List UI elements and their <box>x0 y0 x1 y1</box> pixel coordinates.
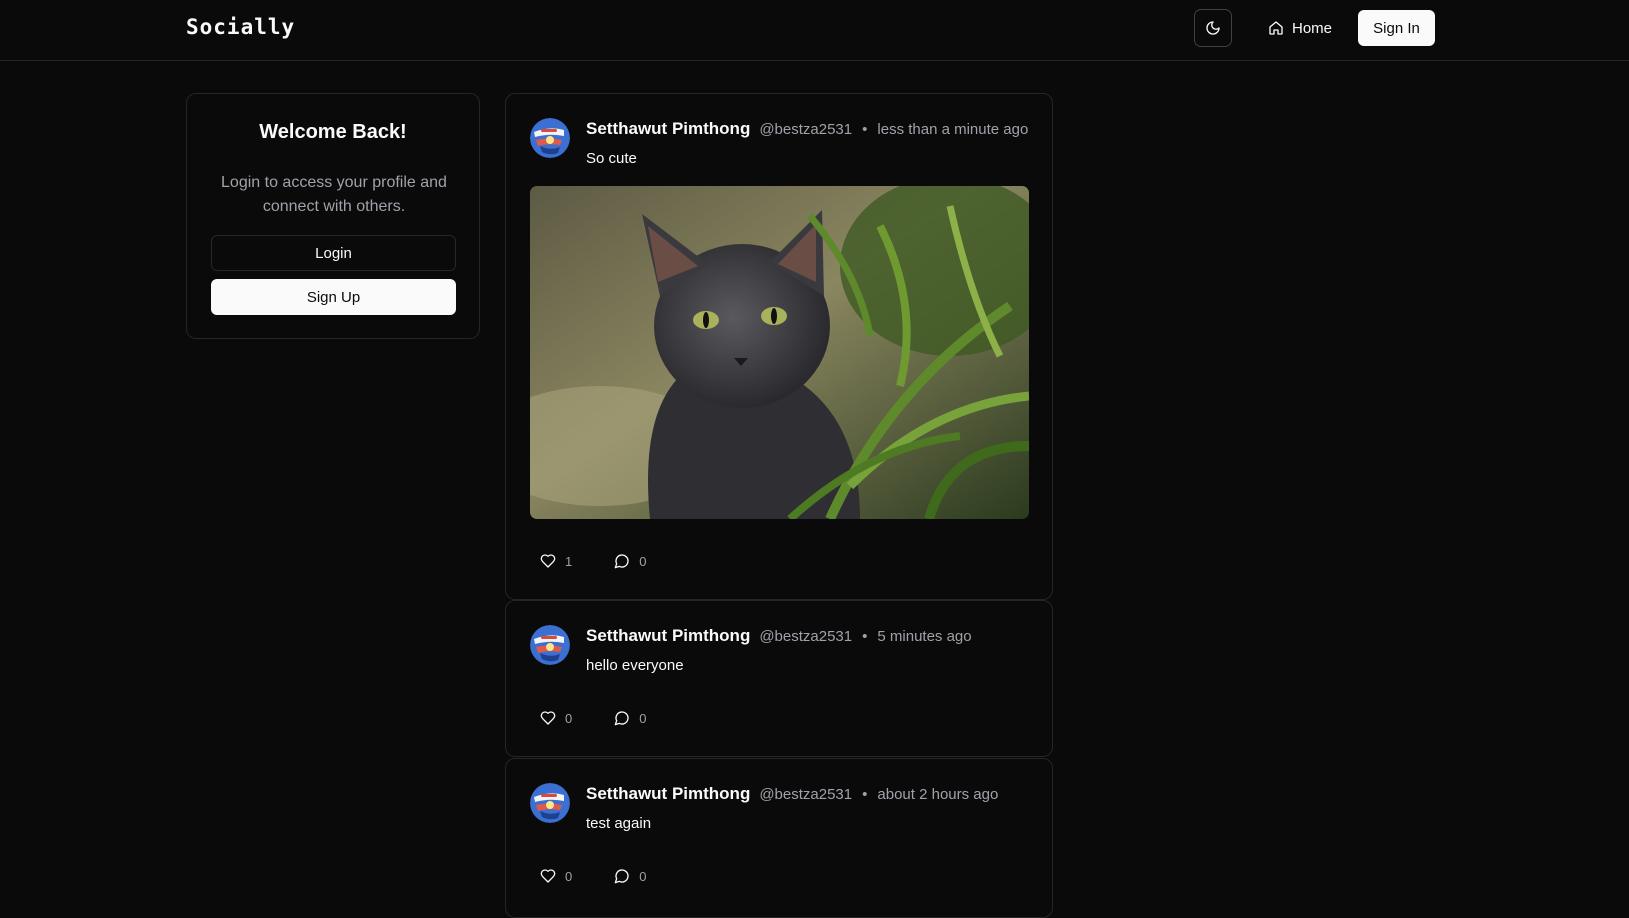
post-header: Setthawut Pimthong @bestza2531 • about 2… <box>586 784 998 804</box>
comment-icon <box>614 869 629 884</box>
comment-button[interactable]: 0 <box>604 702 656 734</box>
heart-icon <box>540 554 556 568</box>
post-timestamp: about 2 hours ago <box>877 785 999 803</box>
app-logo[interactable]: Socially <box>186 15 295 39</box>
theme-toggle-button[interactable] <box>1194 9 1232 47</box>
avatar[interactable] <box>530 625 570 665</box>
post-timestamp: less than a minute ago <box>877 120 1029 138</box>
post-text: test again <box>586 815 652 832</box>
like-count: 1 <box>565 553 573 569</box>
comment-icon <box>614 711 629 726</box>
avatar[interactable] <box>530 783 570 823</box>
post-card: Setthawut Pimthong @bestza2531 • 5 minut… <box>505 600 1053 757</box>
welcome-card: Welcome Back! Login to access your profi… <box>186 93 480 339</box>
meta-separator: • <box>862 627 868 645</box>
post-actions: 1 0 <box>530 545 656 577</box>
like-count: 0 <box>565 868 573 884</box>
post-card: Setthawut Pimthong @bestza2531 • about 2… <box>505 758 1053 918</box>
post-text: So cute <box>586 150 637 167</box>
post-actions: 0 0 <box>530 860 656 892</box>
like-button[interactable]: 0 <box>530 702 582 734</box>
comment-button[interactable]: 0 <box>604 860 656 892</box>
login-button[interactable]: Login <box>211 235 456 271</box>
author-handle[interactable]: @bestza2531 <box>759 628 852 645</box>
author-name[interactable]: Setthawut Pimthong <box>586 626 750 646</box>
comment-count: 0 <box>639 553 647 569</box>
sign-up-button[interactable]: Sign Up <box>211 279 456 315</box>
heart-icon <box>540 711 556 725</box>
home-nav-button[interactable]: Home <box>1260 10 1340 46</box>
post-actions: 0 0 <box>530 702 656 734</box>
like-button[interactable]: 0 <box>530 860 582 892</box>
comment-count: 0 <box>639 868 647 884</box>
comment-icon <box>614 554 629 569</box>
meta-separator: • <box>862 785 868 803</box>
welcome-title: Welcome Back! <box>259 121 407 143</box>
post-timestamp: 5 minutes ago <box>877 627 972 645</box>
avatar[interactable] <box>530 118 570 158</box>
post-text: hello everyone <box>586 657 684 674</box>
moon-icon <box>1206 21 1220 35</box>
comment-button[interactable]: 0 <box>604 545 656 577</box>
top-navbar: Socially Home Sign In <box>0 0 1629 61</box>
welcome-subtitle: Login to access your profile and connect… <box>221 174 447 215</box>
sign-in-button[interactable]: Sign In <box>1358 10 1435 46</box>
author-handle[interactable]: @bestza2531 <box>759 786 852 803</box>
home-label: Home <box>1292 19 1333 37</box>
author-handle[interactable]: @bestza2531 <box>759 121 852 138</box>
comment-count: 0 <box>639 710 647 726</box>
post-image <box>530 186 1029 519</box>
heart-icon <box>540 869 556 883</box>
post-header: Setthawut Pimthong @bestza2531 • less th… <box>586 119 1028 139</box>
like-count: 0 <box>565 710 573 726</box>
post-header: Setthawut Pimthong @bestza2531 • 5 minut… <box>586 626 972 646</box>
author-name[interactable]: Setthawut Pimthong <box>586 119 750 139</box>
meta-separator: • <box>862 120 868 138</box>
author-name[interactable]: Setthawut Pimthong <box>586 784 750 804</box>
like-button[interactable]: 1 <box>530 545 582 577</box>
post-card: Setthawut Pimthong @bestza2531 • less th… <box>505 93 1053 600</box>
home-icon <box>1269 21 1283 35</box>
